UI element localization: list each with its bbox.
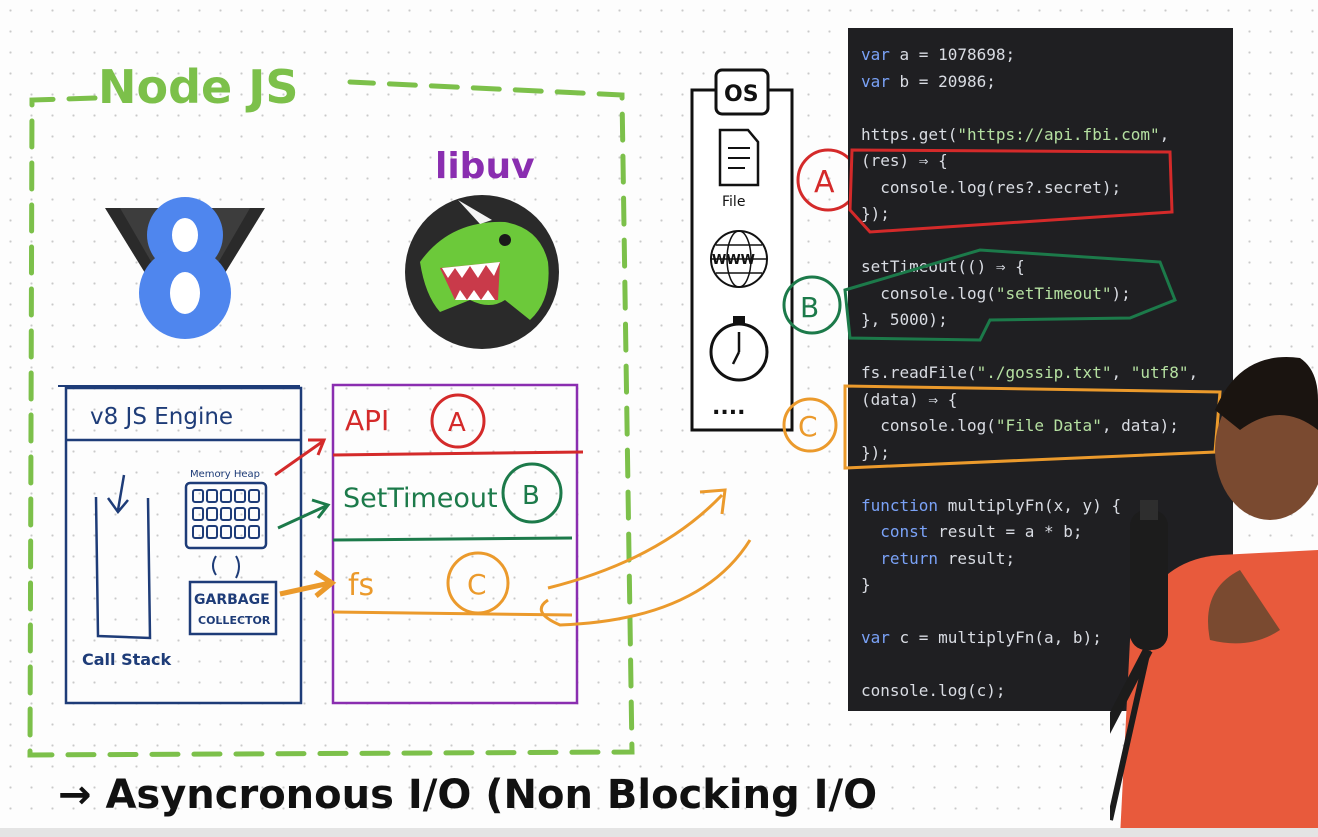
code-token: console.log(	[861, 416, 996, 435]
code-token: console.log(	[861, 283, 996, 303]
nodejs-title: Node JS	[98, 60, 299, 114]
memory-heap-cell	[192, 507, 204, 521]
code-line: (res) ⇒ {	[861, 148, 1233, 175]
code-token: fs.readFile(	[861, 363, 977, 382]
code-token: console.log(res?.secret);	[861, 177, 1122, 197]
arrow-to-settimeout	[277, 498, 331, 530]
arrow-fs-to-os	[547, 488, 727, 590]
code-line: var a = 1078698;	[861, 42, 1233, 69]
libuv-dinosaur-logo	[405, 195, 559, 349]
code-token: https.get(	[861, 124, 958, 144]
heap-gc-cycle-arrows	[212, 555, 240, 579]
callout-a-tag: A	[814, 165, 835, 200]
settimeout-divider	[332, 536, 573, 542]
memory-heap-cell	[206, 507, 218, 521]
memory-heap-cell	[234, 489, 246, 503]
libuv-row-fs-tag: C	[467, 568, 487, 601]
memory-heap-cell	[234, 525, 246, 539]
v8-engine-title: v8 JS Engine	[90, 404, 233, 430]
garbage-collector-label-2: COLLECTOR	[198, 614, 271, 627]
code-line: https.get("https://api.fbi.com",	[861, 122, 1233, 149]
code-token: }, 5000);	[861, 310, 948, 329]
fs-divider	[332, 610, 573, 617]
code-token: var	[861, 71, 890, 91]
memory-heap-cell	[206, 489, 218, 503]
code-line: console.log(res?.secret);	[861, 175, 1233, 202]
bottom-strip	[0, 828, 1318, 837]
more-label: ....	[712, 395, 745, 420]
code-token: c = multiplyFn(a, b);	[889, 628, 1102, 647]
memory-heap-label: Memory Heap	[190, 469, 260, 480]
libuv-label: libuv	[435, 146, 535, 187]
libuv-row-api: API	[345, 404, 389, 437]
code-token: function	[861, 495, 939, 515]
memory-heap-cell	[248, 507, 260, 521]
memory-heap-cell	[192, 525, 204, 539]
code-token: ,	[1159, 124, 1170, 144]
call-stack-drawing	[94, 474, 152, 640]
libuv-row-fs: fs	[348, 568, 374, 603]
memory-heap-cell	[220, 507, 232, 521]
code-token: }	[861, 575, 871, 594]
code-token: result;	[938, 548, 1016, 568]
os-label: OS	[724, 82, 759, 107]
code-token: );	[1111, 283, 1131, 303]
file-label: File	[722, 194, 745, 210]
code-token: "File Data"	[995, 416, 1102, 435]
api-divider	[332, 450, 584, 457]
code-token: multiplyFn(x, y) {	[938, 495, 1122, 515]
memory-heap-cell	[192, 489, 204, 503]
arrow-to-fs	[279, 569, 337, 598]
callout-b-tag: B	[800, 291, 819, 324]
garbage-collector-label-1: GARBAGE	[194, 592, 270, 608]
presenter-video	[1110, 357, 1318, 837]
code-token: const	[880, 522, 929, 541]
callout-c-tag: C	[798, 410, 818, 443]
code-line: console.log("setTimeout");	[861, 281, 1233, 308]
code-token: });	[861, 204, 890, 223]
memory-heap-cell	[248, 489, 260, 503]
code-line: }, 5000);	[861, 307, 1233, 334]
code-token: a = 1078698;	[889, 45, 1016, 64]
v8-logo	[105, 197, 265, 339]
code-token: return	[880, 548, 939, 568]
file-icon	[718, 128, 760, 187]
memory-heap-grid	[184, 481, 268, 550]
code-line: var b = 20986;	[861, 69, 1233, 96]
code-line: setTimeout(() ⇒ {	[861, 254, 1233, 281]
libuv-row-settimeout: SetTimeout	[343, 483, 498, 514]
code-token: b = 20986;	[889, 71, 996, 91]
code-token: "setTimeout"	[995, 283, 1112, 303]
www-label: WWW	[712, 253, 755, 268]
code-token: });	[861, 442, 890, 462]
arrow-to-api	[274, 438, 327, 477]
libuv-row-settimeout-tag: B	[522, 481, 540, 511]
memory-heap-cell	[248, 525, 260, 539]
memory-heap-cell	[220, 489, 232, 503]
bottom-caption: → Asyncronous I/O (Non Blocking I/O	[58, 772, 877, 818]
code-token: (data) ⇒ {	[861, 389, 958, 409]
code-token: result = a * b;	[928, 522, 1083, 541]
code-token: "./gossip.txt"	[976, 363, 1112, 382]
memory-heap-cell	[234, 507, 246, 521]
call-stack-label: Call Stack	[82, 650, 172, 669]
memory-heap-cell	[206, 525, 218, 539]
memory-heap-cell	[220, 525, 232, 539]
libuv-row-api-tag: A	[448, 408, 466, 438]
code-token: var	[861, 628, 890, 647]
code-token: var	[861, 45, 890, 64]
code-token: "https://api.fbi.com"	[957, 124, 1160, 144]
code-token: console.log(c);	[861, 681, 1006, 700]
code-line: });	[861, 201, 1233, 228]
code-token: setTimeout(() ⇒ {	[861, 257, 1025, 276]
code-token: (res) ⇒ {	[861, 151, 948, 170]
